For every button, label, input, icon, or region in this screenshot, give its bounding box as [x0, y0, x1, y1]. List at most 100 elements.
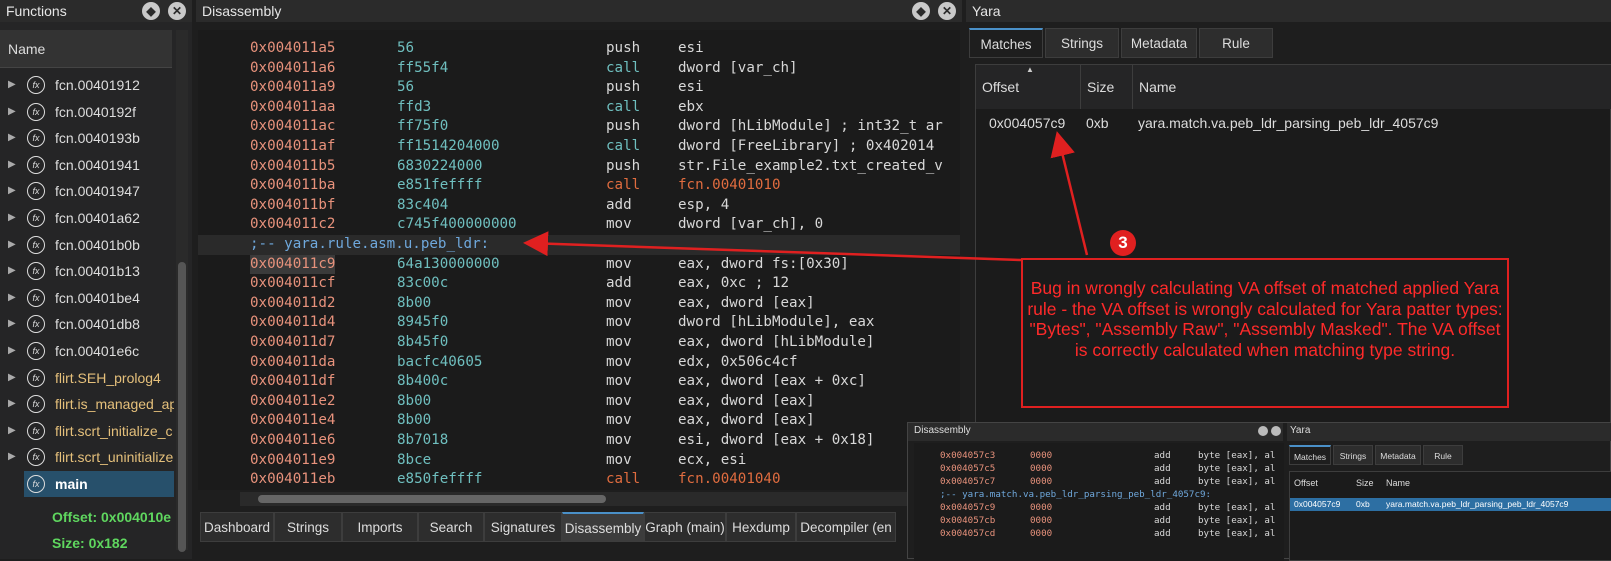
- instruction-line[interactable]: 0x004011a5 56 push esi: [198, 39, 960, 59]
- function-item[interactable]: ▶ fx fcn.00401a62: [0, 205, 174, 231]
- instruction-operands: fcn.00401040: [678, 471, 781, 488]
- tab-strings[interactable]: Strings: [274, 512, 342, 542]
- instruction-line[interactable]: 0x004011e2 8b00 mov eax, dword [eax]: [198, 392, 960, 412]
- function-icon: fx: [27, 315, 45, 334]
- instruction-line[interactable]: 0x004011a9 56 push esi: [198, 78, 960, 98]
- function-icon: fx: [27, 129, 45, 148]
- chevron-right-icon[interactable]: ▶: [8, 99, 16, 125]
- inset-column-size: Size: [1356, 478, 1374, 488]
- yara-tab-matches[interactable]: Matches: [969, 28, 1043, 58]
- function-item[interactable]: ▶ fx flirt.scrt_uninitialize: [0, 444, 174, 470]
- function-item[interactable]: ▶ fx fcn.00401e6c: [0, 338, 174, 364]
- instruction-bytes: 8b400c: [397, 373, 449, 390]
- function-item[interactable]: ▶ fx fcn.00401b0b: [0, 232, 174, 258]
- tab-graph-main[interactable]: Graph (main): [644, 512, 726, 542]
- horizontal-scrollbar[interactable]: [240, 492, 960, 506]
- tab-disassembly[interactable]: Disassembly: [562, 512, 644, 542]
- instruction-line[interactable]: 0x004011d2 8b00 mov eax, dword [eax]: [198, 294, 960, 314]
- instruction-line[interactable]: 0x004011bf 83c404 add esp, 4: [198, 196, 960, 216]
- float-icon[interactable]: ◆: [912, 2, 930, 20]
- chevron-right-icon[interactable]: ▶: [8, 285, 16, 311]
- function-item[interactable]: ▶ fx flirt.scrt_initialize_c: [0, 418, 174, 444]
- function-item[interactable]: ▶ fx flirt.is_managed_ap: [0, 391, 174, 417]
- function-item[interactable]: ▶ fx fcn.00401912: [0, 72, 174, 98]
- float-icon[interactable]: ◆: [142, 2, 160, 20]
- function-item[interactable]: ▼fxmain: [24, 471, 174, 497]
- functions-title: Functions: [0, 0, 192, 22]
- instruction-line[interactable]: 0x004011c2 c745f400000000 mov dword [var_ch…: [198, 215, 960, 235]
- match-offset[interactable]: 0x004057c9: [989, 113, 1065, 133]
- instruction-line[interactable]: 0x004011e4 8b00 mov eax, dword [eax]: [198, 411, 960, 431]
- inset-instruction-line: 0x004057c9 0000 add byte [eax], al: [914, 501, 1284, 514]
- yara-tab-strings[interactable]: Strings: [1045, 28, 1119, 58]
- tab-decompiler-en[interactable]: Decompiler (en: [796, 512, 896, 542]
- instruction-address: 0x004011b5: [250, 157, 336, 174]
- column-header-name[interactable]: Name: [0, 30, 172, 68]
- chevron-right-icon[interactable]: ▶: [8, 444, 16, 470]
- yara-tab-rule[interactable]: Rule: [1199, 28, 1273, 58]
- instruction-line[interactable]: 0x004011cf 83c00c add eax, 0xc ; 12: [198, 274, 960, 294]
- function-label: fcn.00401a62: [55, 210, 140, 226]
- instruction-operands: eax, dword [eax]: [678, 294, 815, 311]
- instruction-line[interactable]: 0x004011e6 8b7018 mov esi, dword [eax + 0x1…: [198, 431, 960, 451]
- function-item[interactable]: ▶ fx fcn.00401941: [0, 152, 174, 178]
- close-icon: [1271, 426, 1281, 436]
- chevron-right-icon[interactable]: ▶: [8, 338, 16, 364]
- instruction-line[interactable]: 0x004011a6 ff55f4 call dword [var_ch]: [198, 59, 960, 79]
- match-name[interactable]: yara.match.va.peb_ldr_parsing_peb_ldr_40…: [1138, 113, 1438, 133]
- instruction-line[interactable]: 0x004011ac ff75f0 push dword [hLibModule] ;…: [198, 117, 960, 137]
- chevron-right-icon[interactable]: ▶: [8, 72, 16, 98]
- tab-dashboard[interactable]: Dashboard: [200, 512, 274, 542]
- instruction-mnemonic: mov: [606, 373, 632, 390]
- column-header-name[interactable]: Name: [1133, 65, 1611, 109]
- match-size[interactable]: 0xb: [1086, 113, 1109, 133]
- chevron-right-icon[interactable]: ▶: [8, 178, 16, 204]
- chevron-right-icon[interactable]: ▶: [8, 365, 16, 391]
- instruction-operands: esi: [678, 79, 704, 96]
- instruction-line[interactable]: 0x004011e9 8bce mov ecx, esi: [198, 451, 960, 471]
- function-item[interactable]: ▶ fx fcn.00401b13: [0, 258, 174, 284]
- column-header-size[interactable]: Size: [1081, 65, 1133, 109]
- chevron-right-icon[interactable]: ▶: [8, 205, 16, 231]
- close-icon[interactable]: ✕: [938, 2, 956, 20]
- function-item[interactable]: ▶ fx fcn.00401947: [0, 178, 174, 204]
- yara-tab-metadata[interactable]: Metadata: [1121, 28, 1197, 58]
- instruction-line[interactable]: 0x004011eb e850feffff call fcn.00401040: [198, 470, 960, 490]
- instruction-line[interactable]: 0x004011b5 6830224000 push str.File_example…: [198, 157, 960, 177]
- instruction-line[interactable]: 0x004011c9 64a130000000 mov eax, dword fs:[…: [198, 254, 960, 275]
- function-item[interactable]: ▶ fx flirt.SEH_prolog4: [0, 365, 174, 391]
- instruction-line[interactable]: 0x004011aa ffd3 call ebx: [198, 98, 960, 118]
- functions-scrollbar[interactable]: [176, 30, 188, 552]
- instruction-line[interactable]: 0x004011df 8b400c mov eax, dword [eax + 0xc…: [198, 372, 960, 392]
- detail-label: Size: 0x182: [52, 535, 128, 551]
- chevron-right-icon[interactable]: ▶: [8, 125, 16, 151]
- chevron-right-icon[interactable]: ▶: [8, 311, 16, 337]
- tab-imports[interactable]: Imports: [342, 512, 418, 542]
- function-item[interactable]: ▶ fx fcn.00401db8: [0, 311, 174, 337]
- instruction-line[interactable]: 0x004011da bacfc40605 mov edx, 0x506c4cf: [198, 353, 960, 373]
- chevron-right-icon[interactable]: ▶: [8, 258, 16, 284]
- chevron-right-icon[interactable]: ▶: [8, 418, 16, 444]
- function-item[interactable]: ▶ fx fcn.0040192f: [0, 99, 174, 125]
- instruction-line[interactable]: 0x004011d7 8b45f0 mov eax, dword [hLibModul…: [198, 333, 960, 353]
- instruction-bytes: 83c00c: [397, 275, 449, 292]
- flag-line[interactable]: ;-- yara.rule.asm.u.peb_ldr:: [198, 235, 960, 255]
- tab-hexdump[interactable]: Hexdump: [726, 512, 796, 542]
- tab-signatures[interactable]: Signatures: [484, 512, 562, 542]
- function-label: main: [55, 476, 88, 492]
- disassembly-view[interactable]: 0x004011a5 56 push esi 0x004011a6 ff55f4 call d…: [198, 30, 960, 490]
- tab-search[interactable]: Search: [418, 512, 484, 542]
- instruction-line[interactable]: 0x004011af ff1514204000 call dword [FreeLib…: [198, 137, 960, 157]
- chevron-right-icon[interactable]: ▶: [8, 391, 16, 417]
- scrollbar-thumb[interactable]: [178, 262, 186, 552]
- instruction-address: 0x004011da: [250, 353, 336, 370]
- instruction-line[interactable]: 0x004011d4 8945f0 mov dword [hLibModule], e…: [198, 313, 960, 333]
- instruction-line[interactable]: 0x004011ba e851feffff call fcn.00401010: [198, 176, 960, 196]
- function-item[interactable]: ▶ fx fcn.0040193b: [0, 125, 174, 151]
- chevron-right-icon[interactable]: ▶: [8, 232, 16, 258]
- close-icon[interactable]: ✕: [168, 2, 186, 20]
- scrollbar-thumb[interactable]: [258, 495, 606, 503]
- inset-instruction-line: 0x004057c5 0000 add byte [eax], al: [914, 462, 1284, 475]
- function-item[interactable]: ▶ fx fcn.00401be4: [0, 285, 174, 311]
- chevron-right-icon[interactable]: ▶: [8, 152, 16, 178]
